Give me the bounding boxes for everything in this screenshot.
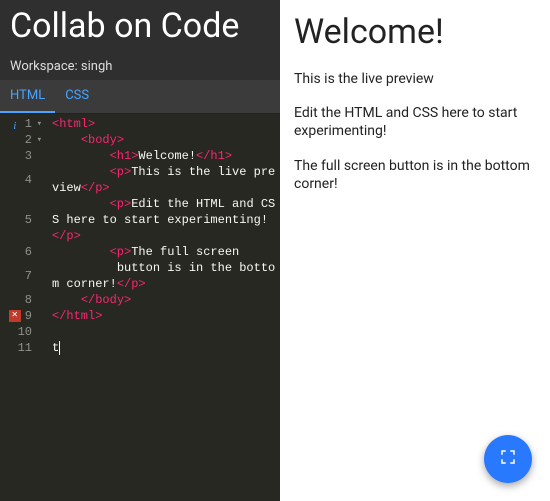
code-line[interactable]: <h1>Welcome!</h1> [48, 148, 280, 164]
gutter-row: 7 [0, 260, 48, 292]
gutter-row: 8 [0, 292, 48, 308]
gutter-row: 6 [0, 244, 48, 260]
code-line[interactable]: <p>This is the live preview</p> [48, 164, 280, 196]
line-number: 6 [25, 244, 32, 260]
info-icon: i [9, 118, 21, 130]
line-number: 2 [25, 132, 32, 148]
code-line[interactable]: t [48, 340, 280, 356]
line-number: 4 [25, 172, 32, 188]
gutter-row: 11 [0, 340, 48, 356]
tab-css[interactable]: CSS [55, 80, 99, 113]
fullscreen-button[interactable] [484, 435, 532, 483]
gutter-row: i1▾ [0, 116, 48, 132]
gutter-row: 3 [0, 148, 48, 164]
line-number: 8 [25, 292, 32, 308]
fullscreen-icon [499, 448, 517, 470]
editor-panel: Collab on Code Workspace: singh HTML CSS… [0, 0, 280, 501]
code-line[interactable]: <html> [48, 116, 280, 132]
error-icon: ✕ [9, 310, 21, 322]
fold-icon[interactable]: ▾ [34, 116, 42, 132]
gutter-row: ✕9 [0, 308, 48, 324]
preview-paragraph: The full screen button is in the bottom … [294, 157, 536, 193]
code-line[interactable]: <p>Edit the HTML and CSS here to start e… [48, 196, 280, 244]
preview-paragraph: This is the live preview [294, 70, 536, 88]
app-title: Collab on Code [10, 8, 280, 45]
line-number: 9 [25, 308, 32, 324]
line-number: 7 [25, 268, 32, 284]
tab-html[interactable]: HTML [0, 80, 55, 113]
line-number: 5 [25, 212, 32, 228]
code-line[interactable]: </html> [48, 308, 280, 324]
code-line[interactable]: <body> [48, 132, 280, 148]
gutter-row: 2▾ [0, 132, 48, 148]
gutter-row: 10 [0, 324, 48, 340]
line-number: 3 [25, 148, 32, 164]
line-number: 11 [18, 340, 32, 356]
code-line[interactable]: button is in the bottom corner!</p> [48, 260, 280, 292]
line-number: 1 [25, 116, 32, 132]
code-line[interactable] [48, 324, 280, 340]
preview-paragraph: Edit the HTML and CSS here to start expe… [294, 104, 536, 140]
code-line[interactable]: </body> [48, 292, 280, 308]
gutter-row: 5 [0, 196, 48, 244]
gutter-row: 4 [0, 164, 48, 196]
code-editor[interactable]: i1▾2▾345678✕91011 <html> <body> <h1>Welc… [0, 114, 280, 501]
workspace-label: Workspace: singh [10, 59, 280, 74]
code-line[interactable]: <p>The full screen [48, 244, 280, 260]
tab-bar: HTML CSS [0, 80, 280, 114]
line-number: 10 [18, 324, 32, 340]
fold-icon[interactable]: ▾ [34, 132, 42, 148]
preview-panel: Welcome! This is the live preview Edit t… [280, 0, 550, 501]
preview-heading: Welcome! [294, 12, 536, 52]
text-cursor [59, 341, 60, 355]
